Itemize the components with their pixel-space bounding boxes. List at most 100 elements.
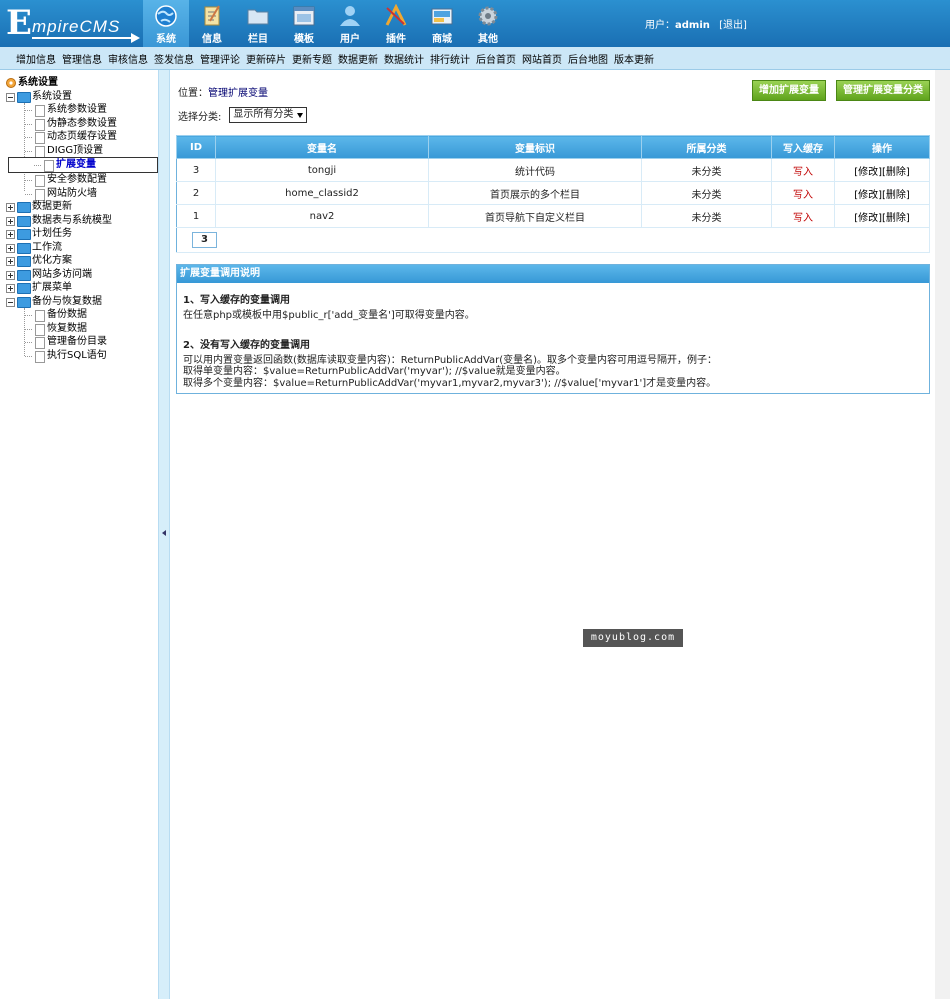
tree-group-label: 网站多访问端 xyxy=(32,268,92,280)
breadcrumb-label: 位置： xyxy=(178,88,208,99)
tree-group-data-update[interactable]: 数据更新 xyxy=(0,200,158,214)
folder-icon xyxy=(17,91,31,103)
tree-item-restore-data[interactable]: 恢复数据 xyxy=(0,322,158,336)
nav-user[interactable]: 用户 xyxy=(327,0,373,47)
tree-item-system-params[interactable]: 系统参数设置 xyxy=(0,103,158,117)
nav-template[interactable]: 模板 xyxy=(281,0,327,47)
tree-branch xyxy=(34,165,41,166)
nav-column[interactable]: 栏目 xyxy=(235,0,281,47)
tree-group-label: 数据更新 xyxy=(32,201,72,212)
tree-item-digg[interactable]: DIGG顶设置 xyxy=(0,144,158,158)
edit-link[interactable]: [修改] xyxy=(854,213,882,224)
gear-icon xyxy=(478,6,498,26)
tree-item-security-params[interactable]: 安全参数配置 xyxy=(0,173,158,187)
tree-item-ext-vars[interactable]: 扩展变量 xyxy=(8,157,158,173)
tree-item-exec-sql[interactable]: 执行SQL语句 xyxy=(0,349,158,363)
tree-group-ext-menu[interactable]: 扩展菜单 xyxy=(0,281,158,295)
page-number[interactable]: 3 xyxy=(192,232,217,248)
delete-link[interactable]: [删除] xyxy=(882,213,910,224)
collapse-arrow-icon[interactable] xyxy=(162,530,166,536)
tree-group-backup[interactable]: 备份与恢复数据 xyxy=(0,295,158,309)
edit-link[interactable]: [修改] xyxy=(854,167,882,178)
logout-link[interactable]: [退出] xyxy=(719,20,747,31)
category-select[interactable]: 显示所有分类 xyxy=(229,107,308,123)
quick-update-fragment[interactable]: 更新碎片 xyxy=(246,51,286,66)
tree-item-rewrite-params[interactable]: 伪静态参数设置 xyxy=(0,117,158,131)
delete-link[interactable]: [删除] xyxy=(882,167,910,178)
folder-icon xyxy=(17,296,31,308)
logo-text: mpireCMS xyxy=(32,17,121,36)
panel-splitter[interactable] xyxy=(158,70,170,999)
quick-admin-map[interactable]: 后台地图 xyxy=(568,51,608,66)
tree-item-label: 动态页缓存设置 xyxy=(47,131,117,142)
quick-admin-home[interactable]: 后台首页 xyxy=(476,51,516,66)
empirecms-logo[interactable]: E mpireCMS xyxy=(6,4,140,43)
tree-item-backup-dir[interactable]: 管理备份目录 xyxy=(0,335,158,349)
scrollbar-track[interactable] xyxy=(935,70,950,999)
tree-root[interactable]: 系统设置 xyxy=(0,76,158,90)
nav-info[interactable]: 信息 xyxy=(189,0,235,47)
nav-other[interactable]: 其他 xyxy=(465,0,511,47)
help-section-1-title: 1、写入缓存的变量调用 xyxy=(183,295,290,306)
nav-info-label: 信息 xyxy=(202,34,222,45)
manage-ext-var-class-button[interactable]: 管理扩展变量分类 xyxy=(836,80,930,101)
tree-group-workflow[interactable]: 工作流 xyxy=(0,241,158,255)
nav-shop[interactable]: 商城 xyxy=(419,0,465,47)
expand-icon[interactable] xyxy=(6,216,15,226)
folder-icon xyxy=(17,283,31,294)
folder-icon xyxy=(17,256,31,267)
breadcrumb-link[interactable]: 管理扩展变量 xyxy=(208,88,268,99)
expand-icon[interactable] xyxy=(6,257,15,266)
quick-rank-stats[interactable]: 排行统计 xyxy=(430,51,470,66)
quick-version-update[interactable]: 版本更新 xyxy=(614,51,654,66)
tree-branch xyxy=(25,137,32,138)
tree-group-optimize[interactable]: 优化方案 xyxy=(0,254,158,268)
tree-item-dynamic-cache[interactable]: 动态页缓存设置 xyxy=(0,130,158,144)
edit-link[interactable]: [修改] xyxy=(854,190,882,201)
ext-var-table: ID 变量名 变量标识 所属分类 写入缓存 操作 3 tongji 统计代码 未… xyxy=(176,135,930,253)
tree-item-label: 管理备份目录 xyxy=(47,336,107,347)
cell-var-name: tongji xyxy=(215,158,429,182)
tree-group-label: 数据表与系统模型 xyxy=(32,214,112,226)
quick-sign-info[interactable]: 签发信息 xyxy=(154,51,194,66)
expand-icon[interactable] xyxy=(6,230,15,239)
user-prefix: 用户： xyxy=(645,20,675,31)
help-section-2-title: 2、没有写入缓存的变量调用 xyxy=(183,339,310,351)
collapse-icon[interactable] xyxy=(6,297,15,307)
tree-item-backup-data[interactable]: 备份数据 xyxy=(0,308,158,322)
doc-icon xyxy=(35,132,45,144)
tree-group-tasks[interactable]: 计划任务 xyxy=(0,227,158,241)
quick-add-info[interactable]: 增加信息 xyxy=(16,51,56,66)
expand-icon[interactable] xyxy=(6,243,15,253)
quick-data-update[interactable]: 数据更新 xyxy=(338,51,378,66)
doc-icon xyxy=(35,350,45,363)
nav-system[interactable]: 系统 xyxy=(143,0,189,47)
expand-icon[interactable] xyxy=(6,203,15,212)
quick-site-home[interactable]: 网站首页 xyxy=(522,51,562,66)
cell-cache: 写入 xyxy=(771,158,835,182)
quick-manage-info[interactable]: 管理信息 xyxy=(62,51,102,66)
chevron-down-icon xyxy=(297,112,304,118)
menu-tree: 系统设置 系统设置 系统参数设置 伪静态参数设置 动态页缓存设置 DIGG顶设置… xyxy=(0,70,158,363)
doc-icon xyxy=(35,337,45,349)
expand-icon[interactable] xyxy=(6,284,15,293)
quick-update-topic[interactable]: 更新专题 xyxy=(292,51,332,66)
quick-manage-comment[interactable]: 管理评论 xyxy=(200,51,240,66)
tree-system-settings[interactable]: 系统设置 xyxy=(0,90,158,104)
expand-icon[interactable] xyxy=(6,270,15,280)
add-ext-var-button[interactable]: 增加扩展变量 xyxy=(752,80,826,101)
help-section-2-line2: 取得单变量内容：$value=ReturnPublicAddVar('myvar… xyxy=(183,366,566,377)
tree-group-data-tables[interactable]: 数据表与系统模型 xyxy=(0,214,158,228)
delete-link[interactable]: [删除] xyxy=(882,190,910,201)
nav-plugin[interactable]: 插件 xyxy=(373,0,419,47)
folder-icon xyxy=(247,9,269,25)
tree-item-firewall[interactable]: 网站防火墙 xyxy=(0,187,158,201)
quick-data-stats[interactable]: 数据统计 xyxy=(384,51,424,66)
tree-branch xyxy=(25,123,32,125)
collapse-icon[interactable] xyxy=(6,92,15,102)
quick-audit-info[interactable]: 审核信息 xyxy=(108,51,148,66)
tree-item-label: 备份数据 xyxy=(47,309,87,320)
tree-group-multi-access[interactable]: 网站多访问端 xyxy=(0,268,158,282)
tree-group-label: 备份与恢复数据 xyxy=(32,295,102,307)
cell-var-name: nav2 xyxy=(215,204,429,228)
